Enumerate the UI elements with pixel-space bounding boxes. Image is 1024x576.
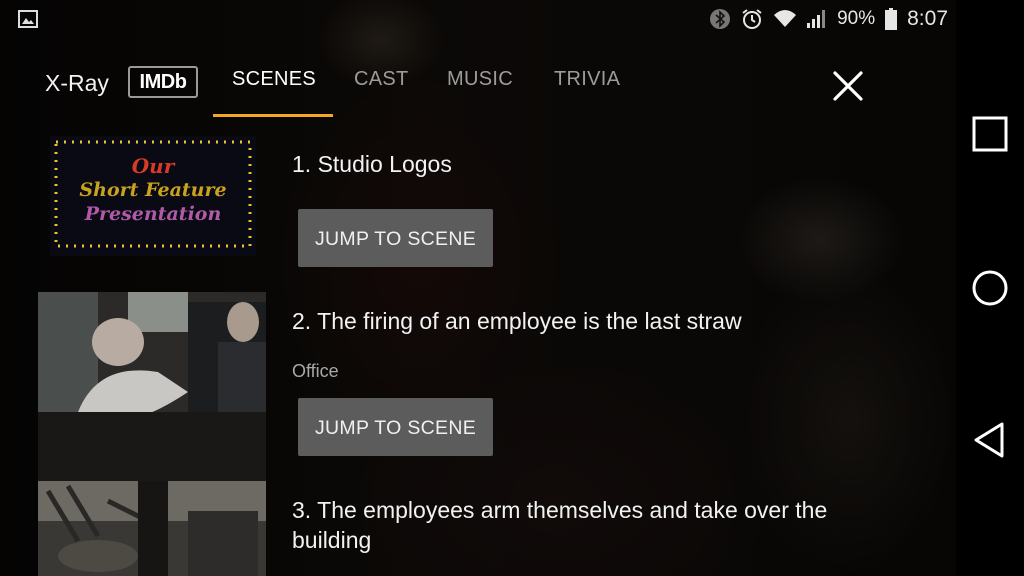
alarm-icon [741, 8, 763, 30]
back-icon[interactable] [970, 420, 1010, 460]
home-icon[interactable] [970, 268, 1010, 308]
scene-thumbnail-1[interactable]: Our Short Feature Presentation [50, 136, 256, 256]
xray-header: X-Ray IMDb SCENES CAST MUSIC TRIVIA [0, 56, 956, 118]
active-tab-indicator [213, 114, 333, 117]
clock: 8:07 [907, 7, 948, 30]
battery-percent: 90% [837, 8, 876, 29]
image-icon [18, 10, 38, 28]
scene-title-1: 1. Studio Logos [292, 151, 452, 177]
imdb-logo: IMDb [128, 66, 198, 98]
wifi-icon [773, 8, 797, 30]
status-bar: 90% 8:07 [0, 0, 1024, 38]
scene-thumbnail-2[interactable] [38, 292, 266, 482]
recents-icon[interactable] [970, 114, 1010, 154]
jump-to-scene-button-1[interactable]: JUMP TO SCENE [298, 209, 493, 267]
thumbnail-text-line-3: Presentation [84, 203, 222, 225]
system-nav-bar [956, 0, 1024, 576]
scene-title-3-line-2: building [292, 527, 372, 553]
scene-title-2: 2. The firing of an employee is the last… [292, 308, 742, 334]
signal-icon [805, 8, 827, 30]
jump-to-scene-button-2[interactable]: JUMP TO SCENE [298, 398, 493, 456]
xray-title: X-Ray [45, 70, 109, 96]
scene-thumbnail-3[interactable] [38, 481, 266, 576]
thumbnail-text-line-2: Short Feature [79, 179, 227, 201]
tab-scenes[interactable]: SCENES [232, 68, 316, 91]
battery-icon [885, 8, 898, 30]
thumbnail-text-line-1: Our [131, 154, 175, 178]
tab-trivia[interactable]: TRIVIA [554, 68, 620, 91]
close-icon[interactable] [826, 64, 870, 108]
tab-cast[interactable]: CAST [354, 68, 409, 91]
scene-title-3: 3. The employees arm themselves and take… [292, 495, 827, 555]
scene-subtitle-2: Office [292, 361, 339, 381]
scene-title-3-line-1: 3. The employees arm themselves and take… [292, 497, 828, 523]
bluetooth-icon [709, 8, 731, 30]
tab-music[interactable]: MUSIC [447, 68, 513, 91]
